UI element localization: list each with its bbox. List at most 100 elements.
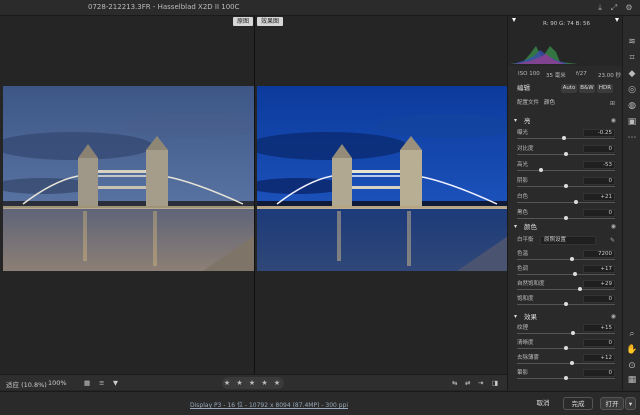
light-section-header[interactable]: ▾ 亮 ◉ bbox=[508, 115, 623, 127]
wb-select[interactable]: 原照设置 bbox=[540, 236, 596, 245]
slider-value[interactable]: +15 bbox=[583, 324, 615, 332]
split-divider[interactable] bbox=[254, 16, 255, 374]
zoom-icon[interactable]: ⌕ bbox=[626, 328, 638, 340]
slider-value[interactable]: 0 bbox=[583, 145, 615, 153]
slider-thumb[interactable] bbox=[569, 361, 574, 365]
slider-value[interactable]: 7200 bbox=[583, 250, 615, 258]
slider-track[interactable] bbox=[517, 170, 615, 171]
settings-icon[interactable]: ⚙ bbox=[624, 3, 634, 13]
slider-effects-3[interactable]: 暈影 0 bbox=[508, 369, 623, 380]
effects-title: 效果 bbox=[524, 313, 537, 321]
crop-icon[interactable]: ⌗ bbox=[626, 52, 638, 64]
cancel-button[interactable]: 取消 bbox=[530, 397, 556, 410]
eyedropper-icon[interactable]: ✎ bbox=[610, 235, 615, 246]
slider-effects-0[interactable]: 纹理 +15 bbox=[508, 324, 623, 335]
slider-thumb[interactable] bbox=[538, 168, 543, 172]
slider-light-2[interactable]: 高光 -53 bbox=[508, 161, 623, 172]
slider-thumb[interactable] bbox=[564, 376, 568, 380]
done-button[interactable]: 完成 bbox=[563, 397, 593, 410]
redeye-icon[interactable]: ◍ bbox=[626, 100, 638, 112]
slider-effects-1[interactable]: 清晰度 0 bbox=[508, 339, 623, 350]
slider-value[interactable]: 0 bbox=[583, 209, 615, 217]
edit-icon[interactable]: ≋ bbox=[626, 36, 638, 48]
presets-icon[interactable]: ▣ bbox=[626, 116, 638, 128]
slider-color-1[interactable]: 色调 +17 bbox=[508, 265, 623, 276]
exif-info: ISO 100 35 毫米 f/27 23.00 秒 bbox=[508, 68, 623, 80]
slider-thumb[interactable] bbox=[577, 287, 582, 291]
slider-track[interactable] bbox=[517, 289, 615, 290]
profile-label: 配置文件 bbox=[517, 100, 540, 106]
focal-length: 35 毫米 bbox=[546, 73, 566, 79]
slider-effects-2[interactable]: 去除薄雾 +12 bbox=[508, 354, 623, 365]
zoom-100[interactable]: 100% bbox=[48, 379, 67, 387]
slider-track[interactable] bbox=[517, 259, 615, 260]
compare-icon[interactable]: ⇆ bbox=[452, 379, 457, 387]
workflow-options-link[interactable]: Display P3 - 16 位 - 10792 x 8094 (87.4MP… bbox=[190, 400, 348, 409]
slider-color-3[interactable]: 饱和度 0 bbox=[508, 295, 623, 306]
filter-icon[interactable]: ▼ bbox=[113, 379, 118, 387]
eye-icon[interactable]: ◉ bbox=[611, 115, 616, 127]
sort-icon[interactable]: ≡ bbox=[99, 379, 104, 387]
copy-settings-icon[interactable]: ⇥ bbox=[478, 379, 483, 387]
eraser-icon[interactable]: ◆ bbox=[626, 68, 638, 80]
slider-light-0[interactable]: 曝光 -0.25 bbox=[508, 129, 623, 140]
hand-icon[interactable]: ✋ bbox=[626, 344, 638, 356]
slider-value[interactable]: +29 bbox=[583, 280, 615, 288]
slider-value[interactable]: -0.25 bbox=[583, 129, 615, 137]
bw-button[interactable]: B&W bbox=[579, 84, 595, 93]
open-options-icon[interactable]: ▾ bbox=[625, 397, 636, 410]
slider-track[interactable] bbox=[517, 274, 615, 275]
more-icon[interactable]: ⋯ bbox=[626, 132, 638, 144]
slider-value[interactable]: 0 bbox=[583, 369, 615, 377]
save-icon[interactable]: ⤓ bbox=[595, 3, 605, 13]
filmstrip-icon[interactable]: ▦ bbox=[84, 379, 90, 387]
iso: ISO 100 bbox=[518, 71, 540, 77]
slider-thumb[interactable] bbox=[562, 136, 567, 140]
eye-icon[interactable]: ◉ bbox=[611, 221, 616, 233]
profile-select[interactable]: 颜色 bbox=[544, 98, 555, 109]
slider-value[interactable]: 0 bbox=[583, 295, 615, 303]
color-section-header[interactable]: ▾ 颜色 ◉ bbox=[508, 221, 623, 233]
slider-value[interactable]: +17 bbox=[583, 265, 615, 273]
shutter: 23.00 秒 bbox=[598, 73, 621, 79]
slider-value[interactable]: +12 bbox=[583, 354, 615, 362]
slider-track[interactable] bbox=[517, 202, 615, 203]
effects-section-header[interactable]: ▾ 效果 ◉ bbox=[508, 311, 623, 323]
slider-thumb[interactable] bbox=[570, 331, 575, 335]
slider-light-5[interactable]: 黑色 0 bbox=[508, 209, 623, 220]
swap-icon[interactable]: ⇄ bbox=[465, 379, 470, 387]
slider-thumb[interactable] bbox=[564, 216, 568, 220]
star-rating[interactable]: ★ ★ ★ ★ ★ bbox=[222, 377, 284, 389]
toggle-sampler-icon[interactable]: ⊙ bbox=[626, 360, 638, 372]
profile-browser-icon[interactable]: ⊞ bbox=[610, 98, 615, 109]
fullscreen-icon[interactable]: ⤢ bbox=[609, 3, 619, 13]
slider-thumb[interactable] bbox=[564, 152, 568, 156]
slider-value[interactable]: 0 bbox=[583, 177, 615, 185]
slider-thumb[interactable] bbox=[573, 200, 578, 204]
wb-row: 白平衡 原照设置 ✎ bbox=[508, 235, 623, 246]
slider-track[interactable] bbox=[517, 333, 615, 334]
open-button[interactable]: 打开 bbox=[600, 397, 624, 410]
masking-icon[interactable]: ◎ bbox=[626, 84, 638, 96]
grid-icon[interactable]: ▦ bbox=[626, 374, 638, 386]
slider-color-2[interactable]: 自然饱和度 +29 bbox=[508, 280, 623, 291]
slider-light-1[interactable]: 对比度 0 bbox=[508, 145, 623, 156]
slider-thumb[interactable] bbox=[569, 257, 574, 261]
slider-value[interactable]: -53 bbox=[583, 161, 615, 169]
slider-light-3[interactable]: 阴影 0 bbox=[508, 177, 623, 188]
slider-thumb[interactable] bbox=[572, 272, 577, 276]
slider-thumb[interactable] bbox=[564, 346, 568, 350]
slider-thumb[interactable] bbox=[564, 302, 568, 306]
auto-button[interactable]: Auto bbox=[561, 84, 577, 93]
slider-color-0[interactable]: 色温 7200 bbox=[508, 250, 623, 261]
slider-thumb[interactable] bbox=[564, 184, 568, 188]
slider-value[interactable]: +21 bbox=[583, 193, 615, 201]
slider-track[interactable] bbox=[517, 363, 615, 364]
zoom-level[interactable]: 适应 (10.8%) bbox=[6, 379, 47, 389]
eye-icon[interactable]: ◉ bbox=[611, 311, 616, 323]
slider-value[interactable]: 0 bbox=[583, 339, 615, 347]
slider-track[interactable] bbox=[517, 138, 615, 139]
slider-light-4[interactable]: 白色 +21 bbox=[508, 193, 623, 204]
toggle-view-icon[interactable]: ◨ bbox=[492, 379, 498, 387]
hdr-button[interactable]: HDR bbox=[597, 84, 613, 93]
